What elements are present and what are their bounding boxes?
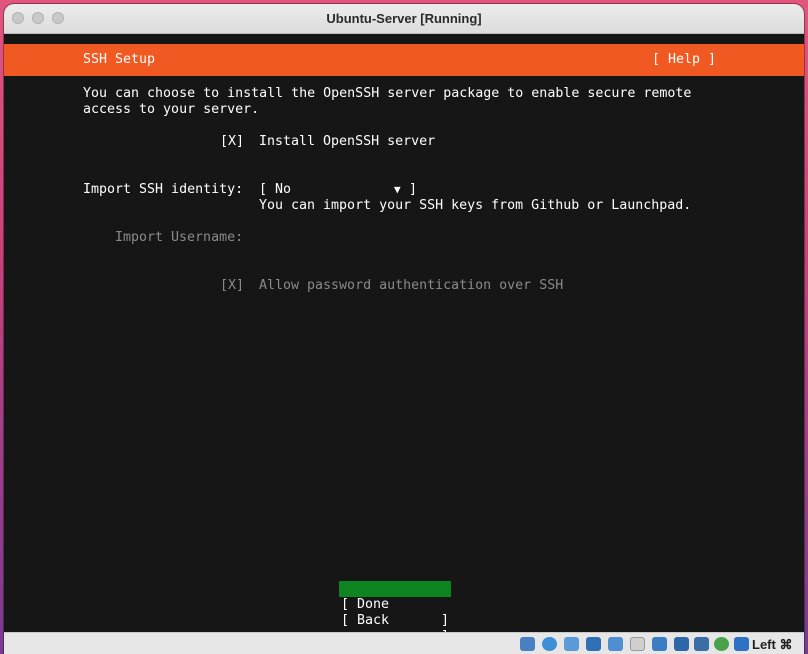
mouse-integration-icon[interactable] bbox=[714, 637, 729, 651]
import-identity-hint: You can import your SSH keys from Github… bbox=[259, 198, 692, 213]
import-username-input[interactable] bbox=[259, 230, 559, 246]
window-title: Ubuntu-Server [Running] bbox=[326, 11, 482, 26]
usb-icon[interactable] bbox=[608, 637, 623, 651]
import-username-label: Import Username: bbox=[115, 230, 244, 245]
title-bar: Ubuntu-Server [Running] bbox=[4, 4, 804, 34]
back-button[interactable]: [ Back ] bbox=[339, 597, 451, 644]
import-identity-close-bracket: ] bbox=[409, 182, 418, 197]
done-button-bracket: ] bbox=[440, 613, 449, 628]
shared-folder-icon[interactable] bbox=[630, 637, 645, 651]
back-button-label: [ Back bbox=[341, 613, 390, 628]
import-identity-value: [ No bbox=[259, 182, 292, 197]
download-icon[interactable] bbox=[734, 637, 749, 651]
help-button[interactable]: [ Help ] bbox=[652, 52, 716, 67]
intro-line-1: You can choose to install the OpenSSH se… bbox=[83, 86, 692, 101]
hard-disk-icon[interactable] bbox=[520, 637, 535, 651]
host-key-indicator: Left ⌘ bbox=[752, 637, 793, 652]
network-icon[interactable] bbox=[586, 637, 601, 651]
vm-screen[interactable]: SSH Setup [ Help ] You can choose to ins… bbox=[4, 34, 804, 644]
install-openssh-checkbox[interactable]: [X] bbox=[220, 134, 244, 150]
done-button[interactable]: [ Done ] bbox=[339, 581, 451, 628]
import-identity-label: Import SSH identity: bbox=[83, 182, 244, 197]
recording-icon[interactable] bbox=[674, 637, 689, 651]
allow-password-label: Allow password authentication over SSH bbox=[259, 278, 564, 293]
allow-password-checkbox[interactable]: [X] bbox=[220, 278, 244, 294]
page-title: SSH Setup bbox=[83, 52, 156, 67]
install-openssh-label: Install OpenSSH server bbox=[259, 134, 436, 149]
optical-disk-icon[interactable] bbox=[542, 637, 557, 651]
audio-icon[interactable] bbox=[564, 637, 579, 651]
installer-header: SSH Setup [ Help ] bbox=[4, 44, 804, 76]
intro-line-2: access to your server. bbox=[83, 102, 260, 117]
vm-window: Ubuntu-Server [Running] SSH Setup [ Help… bbox=[4, 4, 804, 654]
chevron-down-icon: ▼ bbox=[394, 183, 401, 196]
display-icon[interactable] bbox=[652, 637, 667, 651]
cpu-icon[interactable] bbox=[694, 637, 709, 651]
vm-status-bar: Left ⌘ bbox=[4, 632, 804, 654]
